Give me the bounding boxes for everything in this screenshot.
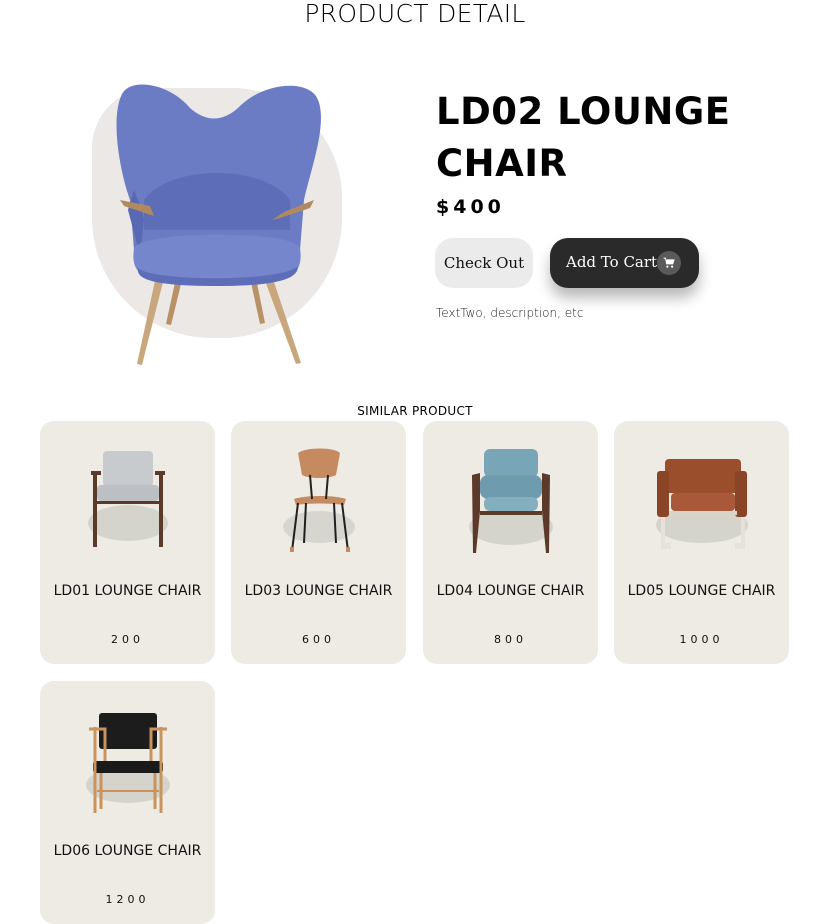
product-description: TextTwo, description, etc	[436, 306, 584, 320]
similar-product-price: 800	[494, 633, 527, 646]
teal-armchair-image	[469, 449, 553, 553]
similar-product-card[interactable]: LD01 LOUNGE CHAIR 200	[40, 421, 215, 664]
similar-product-price: 1000	[679, 633, 724, 646]
add-to-cart-button[interactable]: Add To Cart	[550, 238, 699, 288]
add-to-cart-label: Add To Cart	[566, 253, 658, 271]
similar-product-card[interactable]: LD03 LOUNGE CHAIR 600	[231, 421, 406, 664]
shopping-cart-icon	[657, 251, 681, 275]
similar-product-price: 600	[302, 633, 335, 646]
similar-product-name: LD05 LOUNGE CHAIR	[627, 583, 776, 599]
page-title: PRODUCT DETAIL	[304, 0, 526, 28]
black-armchair-image	[86, 713, 170, 813]
similar-product-name: LD03 LOUNGE CHAIR	[244, 583, 393, 599]
similar-product-card[interactable]: LD04 LOUNGE CHAIR 800	[423, 421, 598, 664]
similar-product-price: 1200	[105, 893, 150, 906]
similar-product-price: 200	[111, 633, 144, 646]
checkout-button-label: Check Out	[443, 254, 525, 272]
wood-shell-chair-image	[283, 448, 355, 552]
similar-product-card[interactable]: LD05 LOUNGE CHAIR 1000	[614, 421, 789, 664]
product-price: $400	[436, 196, 505, 218]
checkout-button[interactable]: Check Out	[435, 238, 533, 288]
similar-product-name: LD01 LOUNGE CHAIR	[53, 583, 202, 599]
hero-chair-image	[116, 84, 321, 365]
product-title: LD02 LOUNGE CHAIR	[436, 90, 731, 185]
grey-armchair-image	[88, 451, 168, 547]
similar-product-name: LD04 LOUNGE CHAIR	[436, 583, 585, 599]
similar-product-card[interactable]: LD06 LOUNGE CHAIR 1200	[40, 681, 215, 924]
similar-products-heading: SIMILAR PRODUCT	[357, 404, 473, 418]
leather-armchair-image	[656, 459, 748, 549]
similar-product-name: LD06 LOUNGE CHAIR	[53, 843, 202, 859]
